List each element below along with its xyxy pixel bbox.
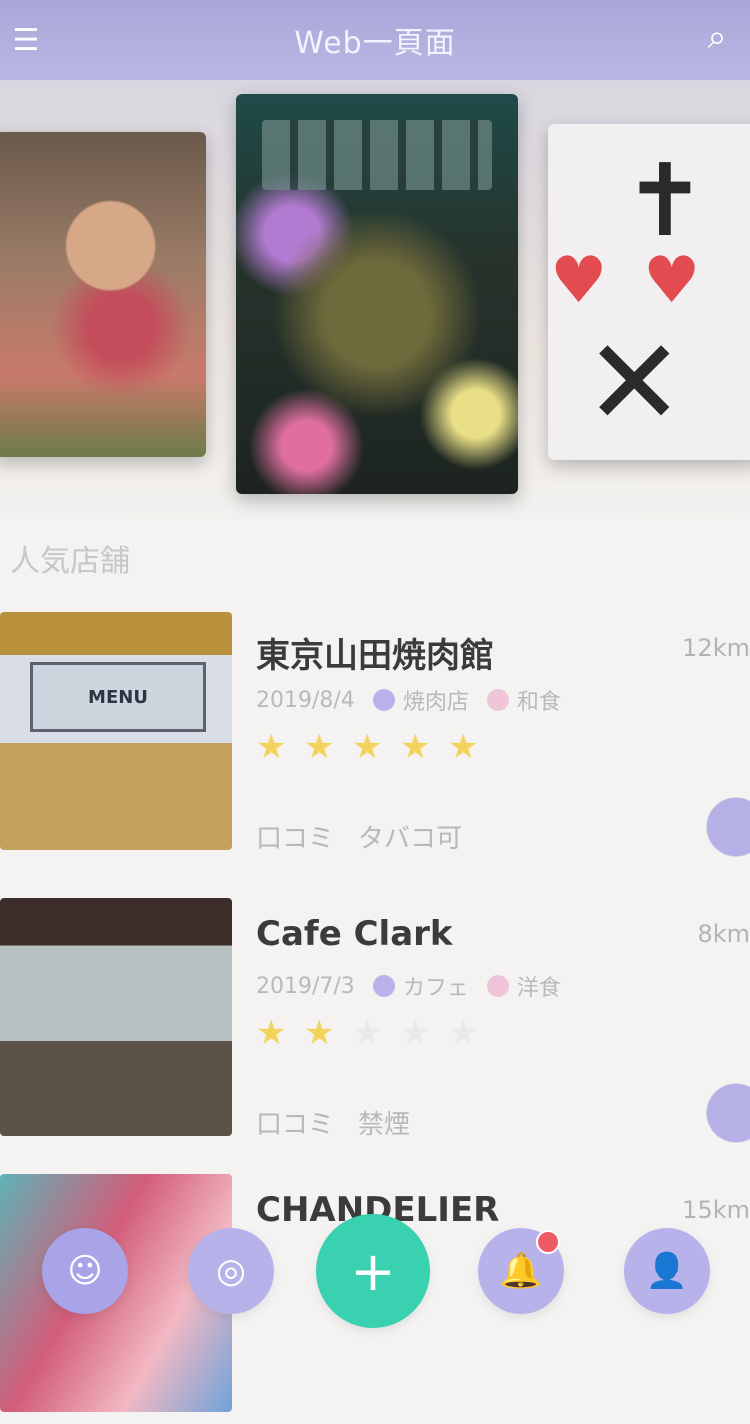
route-icon[interactable] xyxy=(680,782,750,872)
shop-name: Cafe Clark xyxy=(256,914,453,954)
date-text: 2019/8/4 xyxy=(256,687,355,713)
rating-stars: ★ ★ ★ ★ ★ xyxy=(256,1016,482,1050)
star-icon: ★ xyxy=(304,1013,335,1053)
foot-row: 口コミ タバコ可 xyxy=(256,818,462,855)
profile-icon[interactable]: 👤 xyxy=(624,1228,710,1314)
review-link[interactable]: 口コミ xyxy=(256,1104,334,1141)
page-title: Web一頁面 xyxy=(294,26,456,61)
cuisine-icon xyxy=(486,975,509,997)
star-icon: ★ xyxy=(304,727,335,767)
star-icon: ★ xyxy=(448,727,479,767)
category-icon xyxy=(372,975,395,997)
distance-text: 12km xyxy=(682,634,750,662)
poster-title-block xyxy=(262,120,492,190)
bottom-tab-bar: ☺ ◎ + 🔔 👤 xyxy=(0,1212,750,1334)
shop-name: 東京山田焼肉館 xyxy=(256,636,494,676)
category-tag: 焼肉店 xyxy=(372,684,469,716)
star-icon: ★ xyxy=(256,1013,287,1053)
review-link[interactable]: 口コミ xyxy=(256,818,334,855)
cuisine-tag: 和食 xyxy=(486,684,561,716)
foot-row: 口コミ 禁煙 xyxy=(256,1104,410,1141)
distance-text: 8km xyxy=(697,920,750,948)
smoking-info: 禁煙 xyxy=(358,1110,411,1140)
section-label: 人気店舗 xyxy=(10,544,130,579)
cuisine-tag: 洋食 xyxy=(486,970,561,1002)
star-icon: ★ xyxy=(400,1013,431,1053)
search-icon[interactable]: ⌕ xyxy=(692,12,742,62)
list-item[interactable]: MENU 東京山田焼肉館 12km 2019/8/4 焼肉店 和食 ★ ★ ★ … xyxy=(0,612,750,872)
star-icon: ★ xyxy=(448,1013,479,1053)
shop-thumbnail[interactable]: MENU xyxy=(0,612,232,850)
date-text: 2019/7/3 xyxy=(256,973,355,999)
star-icon: ★ xyxy=(400,727,431,767)
add-button[interactable]: + xyxy=(316,1214,430,1328)
cuisine-icon xyxy=(486,689,509,711)
featured-carousel[interactable]: ✝ ♥ ♥ ✕ xyxy=(0,80,750,520)
menu-icon[interactable]: ☰ xyxy=(8,18,44,62)
meta-row: 2019/7/3 カフェ 洋食 xyxy=(256,970,561,1002)
shop-thumbnail[interactable] xyxy=(0,898,232,1136)
star-icon: ★ xyxy=(352,727,383,767)
app-header: ☰ Web一頁面 ⌕ xyxy=(0,0,750,80)
category-tag: カフェ xyxy=(372,970,469,1002)
star-icon: ★ xyxy=(256,727,287,767)
poster-center[interactable] xyxy=(236,94,518,494)
star-icon: ★ xyxy=(352,1013,383,1053)
poster-right[interactable]: ✝ ♥ ♥ ✕ xyxy=(548,124,750,460)
store-sign: MENU xyxy=(30,662,206,732)
smoking-info: タバコ可 xyxy=(358,824,463,854)
emoji-icon[interactable]: ☺ xyxy=(42,1228,128,1314)
notification-badge xyxy=(536,1230,560,1254)
poster-left[interactable] xyxy=(0,132,206,457)
route-icon[interactable] xyxy=(680,1068,750,1158)
list-item[interactable]: Cafe Clark 8km 2019/7/3 カフェ 洋食 ★ ★ ★ ★ ★… xyxy=(0,898,750,1158)
bell-icon[interactable]: 🔔 xyxy=(478,1228,564,1314)
meta-row: 2019/8/4 焼肉店 和食 xyxy=(256,684,561,716)
rating-stars: ★ ★ ★ ★ ★ xyxy=(256,730,482,764)
category-icon xyxy=(372,689,395,711)
compass-icon[interactable]: ◎ xyxy=(188,1228,274,1314)
